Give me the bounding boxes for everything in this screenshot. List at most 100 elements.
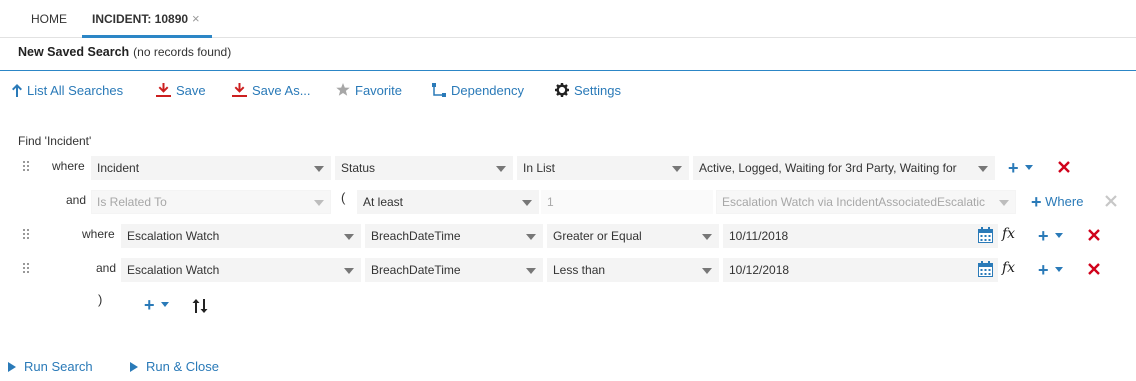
criteria-row: where Escalation Watch BreachDateTime Gr… bbox=[0, 224, 1136, 248]
run-search-button[interactable]: Run Search bbox=[8, 357, 93, 377]
title-divider bbox=[0, 70, 1136, 71]
value-select[interactable]: Active, Logged, Waiting for 3rd Party, W… bbox=[693, 156, 995, 180]
arrow-up-icon bbox=[12, 84, 22, 97]
calendar-icon[interactable] bbox=[978, 227, 993, 243]
tab-incident-label: INCIDENT: 10890 bbox=[92, 12, 189, 26]
object-select[interactable]: Escalation Watch bbox=[121, 224, 361, 248]
plus-icon: + bbox=[1008, 158, 1019, 178]
tab-bar: HOME INCIDENT: 10890 × bbox=[0, 0, 1136, 38]
where-label: Where bbox=[1045, 194, 1084, 209]
dependency-label: Dependency bbox=[451, 83, 524, 98]
criteria-row: and Is Related To ( At least 1 Escalatio… bbox=[0, 190, 1136, 214]
delete-row-icon[interactable] bbox=[1087, 228, 1101, 242]
toolbar: List All Searches Save Save As... Favori… bbox=[0, 80, 1136, 102]
favorite-label: Favorite bbox=[355, 83, 402, 98]
count-input[interactable]: 1 bbox=[541, 190, 713, 214]
quantifier-select[interactable]: At least bbox=[357, 190, 539, 214]
open-paren: ( bbox=[341, 190, 346, 205]
run-search-label: Run Search bbox=[24, 359, 93, 374]
chevron-down-icon bbox=[702, 234, 712, 240]
close-paren: ) bbox=[98, 292, 103, 307]
add-criteria-button[interactable]: + bbox=[1008, 157, 1033, 179]
chevron-down-icon bbox=[344, 268, 354, 274]
chevron-down-icon bbox=[344, 234, 354, 240]
dependency-button[interactable]: Dependency bbox=[432, 80, 524, 102]
conjunction-label: and bbox=[66, 193, 87, 207]
field-select[interactable]: BreachDateTime bbox=[365, 224, 543, 248]
plus-icon: + bbox=[1038, 226, 1049, 246]
object-select[interactable]: Incident bbox=[91, 156, 331, 180]
delete-row-icon[interactable] bbox=[1087, 262, 1101, 276]
delete-row-icon[interactable] bbox=[1057, 160, 1071, 174]
formula-fx-icon[interactable]: fx bbox=[1002, 226, 1015, 242]
plus-icon: + bbox=[144, 295, 155, 315]
drag-handle-icon[interactable] bbox=[22, 228, 32, 242]
chevron-down-icon bbox=[1054, 233, 1063, 238]
chevron-down-icon bbox=[314, 166, 324, 172]
plus-icon: + bbox=[1038, 260, 1049, 280]
save-label: Save bbox=[176, 83, 206, 98]
object-value: Escalation Watch bbox=[127, 229, 220, 243]
chevron-down-icon bbox=[999, 200, 1009, 206]
related-object-select[interactable]: Escalation Watch via IncidentAssociatedE… bbox=[716, 190, 1016, 214]
tab-home[interactable]: HOME bbox=[18, 0, 80, 38]
chevron-down-icon bbox=[496, 166, 506, 172]
search-title: New Saved Search (no records found) bbox=[18, 45, 231, 63]
conjunction-label: where bbox=[52, 159, 85, 173]
save-as-download-icon bbox=[232, 83, 247, 97]
add-criteria-button[interactable]: + bbox=[1038, 225, 1063, 247]
field-value: BreachDateTime bbox=[371, 229, 461, 243]
related-object-value: Escalation Watch via IncidentAssociatedE… bbox=[722, 195, 986, 209]
search-name: New Saved Search bbox=[18, 45, 130, 59]
run-close-label: Run & Close bbox=[146, 359, 219, 374]
drag-handle-icon[interactable] bbox=[22, 262, 32, 276]
save-download-icon bbox=[156, 83, 171, 97]
chevron-down-icon bbox=[526, 234, 536, 240]
settings-button[interactable]: Settings bbox=[555, 80, 621, 102]
add-criteria-button[interactable]: + bbox=[1038, 259, 1063, 281]
chevron-down-icon bbox=[978, 166, 988, 172]
sort-arrows-icon[interactable] bbox=[192, 298, 208, 314]
add-group-criteria-button[interactable]: + bbox=[144, 294, 169, 316]
relation-type-value: Is Related To bbox=[97, 195, 167, 209]
calendar-icon[interactable] bbox=[978, 261, 993, 277]
operator-select[interactable]: Greater or Equal bbox=[547, 224, 719, 248]
conjunction-label: and bbox=[96, 261, 117, 275]
chevron-down-icon bbox=[702, 268, 712, 274]
dependency-icon bbox=[432, 83, 446, 97]
date-input[interactable]: 10/12/2018 bbox=[723, 258, 998, 282]
formula-fx-icon[interactable]: fx bbox=[1002, 260, 1015, 276]
object-select[interactable]: Escalation Watch bbox=[121, 258, 361, 282]
operator-value: In List bbox=[523, 161, 556, 175]
drag-handle-icon[interactable] bbox=[22, 160, 32, 174]
plus-icon: + bbox=[1031, 192, 1042, 212]
list-all-label: List All Searches bbox=[27, 83, 124, 98]
tab-incident[interactable]: INCIDENT: 10890 × bbox=[82, 0, 212, 38]
object-value: Escalation Watch bbox=[127, 263, 220, 277]
save-as-button[interactable]: Save As... bbox=[232, 80, 311, 102]
value-text: Active, Logged, Waiting for 3rd Party, W… bbox=[699, 161, 957, 175]
conjunction-label: where bbox=[82, 227, 115, 241]
relation-type-select[interactable]: Is Related To bbox=[91, 190, 331, 214]
favorite-button[interactable]: Favorite bbox=[336, 80, 402, 102]
chevron-down-icon bbox=[1024, 165, 1033, 170]
list-all-searches-button[interactable]: List All Searches bbox=[12, 80, 123, 102]
save-as-label: Save As... bbox=[252, 83, 311, 98]
operator-select[interactable]: Less than bbox=[547, 258, 719, 282]
date-input[interactable]: 10/11/2018 bbox=[723, 224, 998, 248]
delete-row-icon[interactable] bbox=[1104, 194, 1118, 208]
field-select[interactable]: BreachDateTime bbox=[365, 258, 543, 282]
operator-value: Greater or Equal bbox=[553, 229, 642, 243]
run-and-close-button[interactable]: Run & Close bbox=[130, 357, 219, 377]
object-value: Incident bbox=[97, 161, 140, 175]
tab-close-icon[interactable]: × bbox=[192, 11, 200, 26]
operator-select[interactable]: In List bbox=[517, 156, 689, 180]
operator-value: Less than bbox=[553, 263, 606, 277]
find-label: Find 'Incident' bbox=[18, 134, 92, 148]
field-select[interactable]: Status bbox=[335, 156, 513, 180]
gear-icon bbox=[555, 83, 569, 97]
save-button[interactable]: Save bbox=[156, 80, 206, 102]
record-count: (no records found) bbox=[133, 45, 232, 59]
add-where-button[interactable]: + Where bbox=[1031, 191, 1083, 213]
play-icon bbox=[130, 362, 138, 372]
